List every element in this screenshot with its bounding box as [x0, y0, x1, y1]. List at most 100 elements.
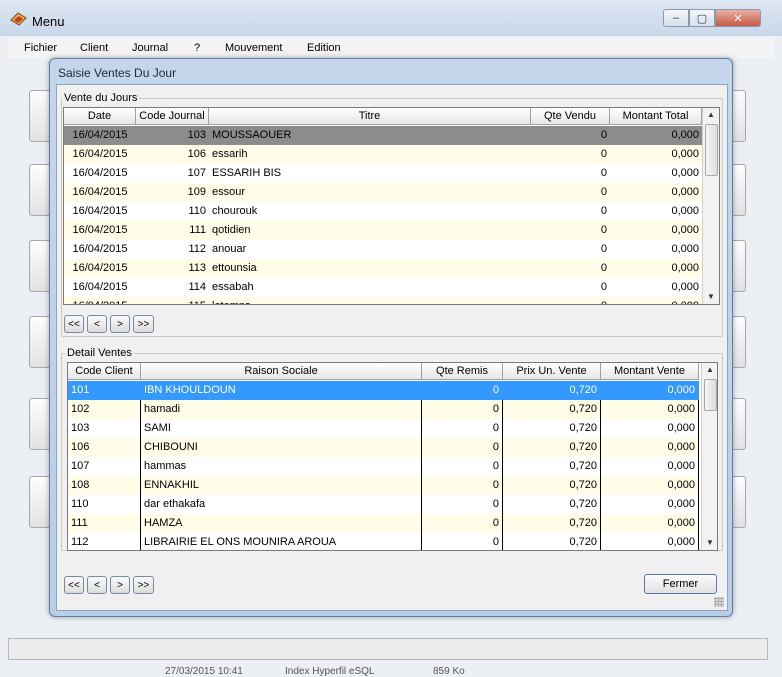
- menu-fichier[interactable]: Fichier: [24, 42, 57, 54]
- ventes-row[interactable]: 16/04/2015 114 essabah 0 0,000: [64, 278, 702, 297]
- detail-cell: 0: [422, 457, 503, 476]
- detail-row[interactable]: 106 CHIBOUNI 0 0,720 0,000: [68, 438, 699, 458]
- last-button[interactable]: >>: [133, 576, 154, 594]
- detail-header[interactable]: Prix Un. Vente: [503, 363, 601, 380]
- ventes-group-label: Vente du Jours: [62, 92, 140, 104]
- ventes-cell: 0,000: [671, 243, 699, 255]
- ventes-row[interactable]: 16/04/2015 110 chourouk 0 0,000: [64, 202, 702, 221]
- menu-client[interactable]: Client: [80, 42, 108, 54]
- ventes-cell: 112: [188, 243, 206, 255]
- ventes-header[interactable]: Date: [64, 108, 136, 125]
- ventes-cell: essabah: [212, 281, 254, 293]
- detail-row[interactable]: 101 IBN KHOULDOUN 0 0,720 0,000: [68, 381, 699, 401]
- ventes-cell: 0: [600, 148, 607, 160]
- last-button[interactable]: >>: [133, 315, 154, 333]
- vertical-scrollbar[interactable]: ▲ ▼: [702, 108, 719, 304]
- ventes-header[interactable]: Titre: [209, 108, 531, 125]
- ventes-row[interactable]: 16/04/2015 112 anouar 0 0,000: [64, 240, 702, 259]
- menu-mouvement[interactable]: Mouvement: [225, 42, 282, 54]
- ventes-row[interactable]: 16/04/2015 103 MOUSSAOUER 0 0,000: [64, 126, 702, 145]
- ventes-header[interactable]: Montant Total: [610, 108, 702, 125]
- ventes-cell: 0,000: [671, 262, 699, 274]
- ventes-cell: 0: [600, 186, 607, 198]
- first-button[interactable]: <<: [64, 576, 84, 594]
- minimize-icon[interactable]: –: [663, 9, 689, 27]
- detail-header[interactable]: Qte Remis: [422, 363, 503, 380]
- sales-dialog: Saisie Ventes Du Jour Vente du Jours Dat…: [49, 58, 733, 617]
- detail-row[interactable]: 102 hamadi 0 0,720 0,000: [68, 400, 699, 420]
- ventes-row[interactable]: 16/04/2015 113 ettounsia 0 0,000: [64, 259, 702, 278]
- ventes-cell: 109: [187, 186, 206, 198]
- ventes-cell: 16/04/2015: [64, 297, 136, 304]
- dialog-body: Vente du Jours Date Code Journal Titre Qte …: [56, 84, 728, 611]
- ventes-cell: 0: [600, 243, 607, 255]
- scroll-thumb[interactable]: [704, 379, 717, 411]
- detail-row[interactable]: 112 LIBRAIRIE EL ONS MOUNIRA AROUA 0 0,720 0…: [68, 533, 699, 550]
- menu-edition[interactable]: Edition: [307, 42, 341, 54]
- detail-row[interactable]: 103 SAMI 0 0,720 0,000: [68, 419, 699, 439]
- close-icon[interactable]: ✕: [715, 9, 761, 27]
- menu-help[interactable]: ?: [194, 42, 200, 54]
- ventes-row[interactable]: 16/04/2015 109 essour 0 0,000: [64, 183, 702, 202]
- maximize-icon[interactable]: ▢: [689, 9, 715, 27]
- detail-cell: 0: [422, 419, 503, 438]
- status-date: 27/03/2015 10:41: [165, 666, 243, 677]
- detail-row[interactable]: 111 HAMZA 0 0,720 0,000: [68, 514, 699, 534]
- ventes-cell: 113: [188, 262, 206, 274]
- detail-row[interactable]: 110 dar ethakafa 0 0,720 0,000: [68, 495, 699, 515]
- detail-row[interactable]: 107 hammas 0 0,720 0,000: [68, 457, 699, 477]
- detail-header[interactable]: Code Client: [68, 363, 141, 380]
- ventes-cell: 0,000: [671, 205, 699, 217]
- first-button[interactable]: <<: [64, 315, 84, 333]
- detail-cell: hamadi: [141, 400, 422, 419]
- scroll-up-icon[interactable]: ▲: [703, 108, 719, 122]
- ventes-cell: qotidien: [212, 224, 251, 236]
- ventes-row[interactable]: 16/04/2015 106 essarih 0 0,000: [64, 145, 702, 164]
- ventes-cell: 0: [600, 262, 607, 274]
- scroll-thumb[interactable]: [705, 124, 718, 176]
- ventes-cell: 0: [600, 129, 607, 141]
- detail-cell: ENNAKHIL: [141, 476, 422, 495]
- detail-cell: 0,720: [503, 381, 601, 400]
- scroll-down-icon[interactable]: ▼: [702, 536, 717, 550]
- prev-button[interactable]: <: [87, 576, 107, 594]
- ventes-cell: letemps: [209, 297, 531, 304]
- detail-cell: 107: [68, 457, 141, 476]
- detail-cell: hammas: [141, 457, 422, 476]
- detail-cell: 103: [68, 419, 141, 438]
- resize-grip[interactable]: [714, 597, 724, 607]
- prev-button[interactable]: <: [87, 315, 107, 333]
- scroll-down-icon[interactable]: ▼: [703, 290, 719, 304]
- ventes-cell: 0,000: [671, 167, 699, 179]
- detail-cell: 0: [422, 476, 503, 495]
- ventes-cell: 0,000: [671, 281, 699, 293]
- ventes-cell: 16/04/2015: [72, 167, 128, 179]
- ventes-row[interactable]: 16/04/2015 107 ESSARIH BIS 0 0,000: [64, 164, 702, 183]
- ventes-cell: 16/04/2015: [72, 262, 128, 274]
- menu-journal[interactable]: Journal: [132, 42, 168, 54]
- detail-cell: 0,000: [601, 476, 699, 495]
- next-button[interactable]: >: [110, 315, 130, 333]
- detail-header[interactable]: Montant Vente: [601, 363, 699, 380]
- ventes-cell: 0: [600, 205, 607, 217]
- detail-header[interactable]: Raison Sociale: [141, 363, 422, 380]
- detail-cell: IBN KHOULDOUN: [141, 381, 422, 400]
- vertical-scrollbar[interactable]: ▲ ▼: [701, 363, 717, 550]
- ventes-header[interactable]: Code Journal: [136, 108, 209, 125]
- detail-cell: 0: [422, 514, 503, 533]
- detail-cell: 0,000: [601, 419, 699, 438]
- detail-row[interactable]: 108 ENNAKHIL 0 0,720 0,000: [68, 476, 699, 496]
- detail-grid[interactable]: Code Client Raison Sociale Qte Remis Prix U…: [67, 362, 718, 551]
- ventes-row[interactable]: 16/04/2015115letemps00,000: [64, 297, 702, 304]
- next-button[interactable]: >: [110, 576, 130, 594]
- scroll-up-icon[interactable]: ▲: [702, 363, 717, 377]
- detail-cell: 0,720: [503, 495, 601, 514]
- ventes-cell: 114: [188, 281, 206, 293]
- ventes-grid[interactable]: Date Code Journal Titre Qte Vendu Montant To…: [63, 107, 720, 305]
- fermer-button[interactable]: Fermer: [644, 574, 717, 594]
- detail-cell: 0,000: [601, 438, 699, 457]
- ventes-row[interactable]: 16/04/2015 111 qotidien 0 0,000: [64, 221, 702, 240]
- status-bar: [8, 638, 768, 660]
- ventes-header[interactable]: Qte Vendu: [531, 108, 610, 125]
- detail-cell: 110: [68, 495, 141, 514]
